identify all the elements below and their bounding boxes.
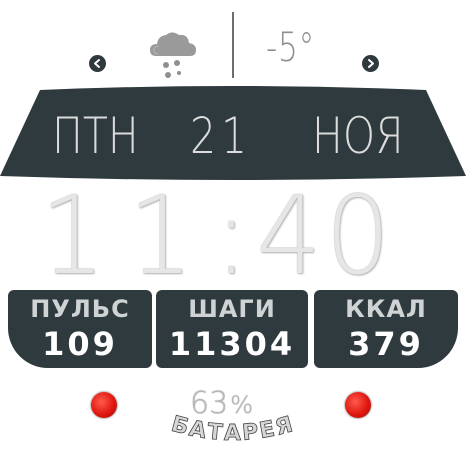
- time-hours: 11: [40, 174, 217, 299]
- battery-label: БАТАРЕЯ: [120, 396, 346, 462]
- pulse-value: 109: [42, 325, 118, 363]
- calories-label: ККАЛ: [345, 295, 427, 323]
- temperature-value: -5°: [266, 25, 316, 71]
- chevron-right-icon[interactable]: [362, 55, 379, 72]
- pulse-label: ПУЛЬС: [30, 295, 130, 323]
- steps-value: 11304: [168, 325, 296, 363]
- date-month: НОЯ: [312, 107, 404, 165]
- steps-panel[interactable]: ШАГИ 11304: [156, 290, 308, 368]
- red-indicator-right: [345, 392, 371, 418]
- watch-face: -5° ПТН 21 НОЯ 11 : 40 ПУЛЬС 109 ШАГИ 11…: [0, 0, 466, 466]
- red-indicator-left: [91, 392, 117, 418]
- battery-label-text: БАТАРЕЯ: [168, 411, 296, 446]
- calories-value: 379: [348, 325, 424, 363]
- steps-label: ШАГИ: [188, 295, 276, 323]
- weather-divider: [232, 12, 234, 78]
- calories-panel[interactable]: ККАЛ 379: [314, 290, 458, 368]
- time-minutes: 40: [256, 174, 395, 299]
- chevron-left-icon[interactable]: [89, 55, 106, 72]
- time-separator: :: [214, 174, 249, 299]
- svg-text:БАТАРЕЯ: БАТАРЕЯ: [168, 412, 297, 446]
- pulse-panel[interactable]: ПУЛЬС 109: [8, 290, 152, 368]
- date-day: 21: [190, 107, 253, 165]
- cloud-snow-icon[interactable]: [146, 26, 200, 80]
- date-weekday: ПТН: [52, 107, 139, 165]
